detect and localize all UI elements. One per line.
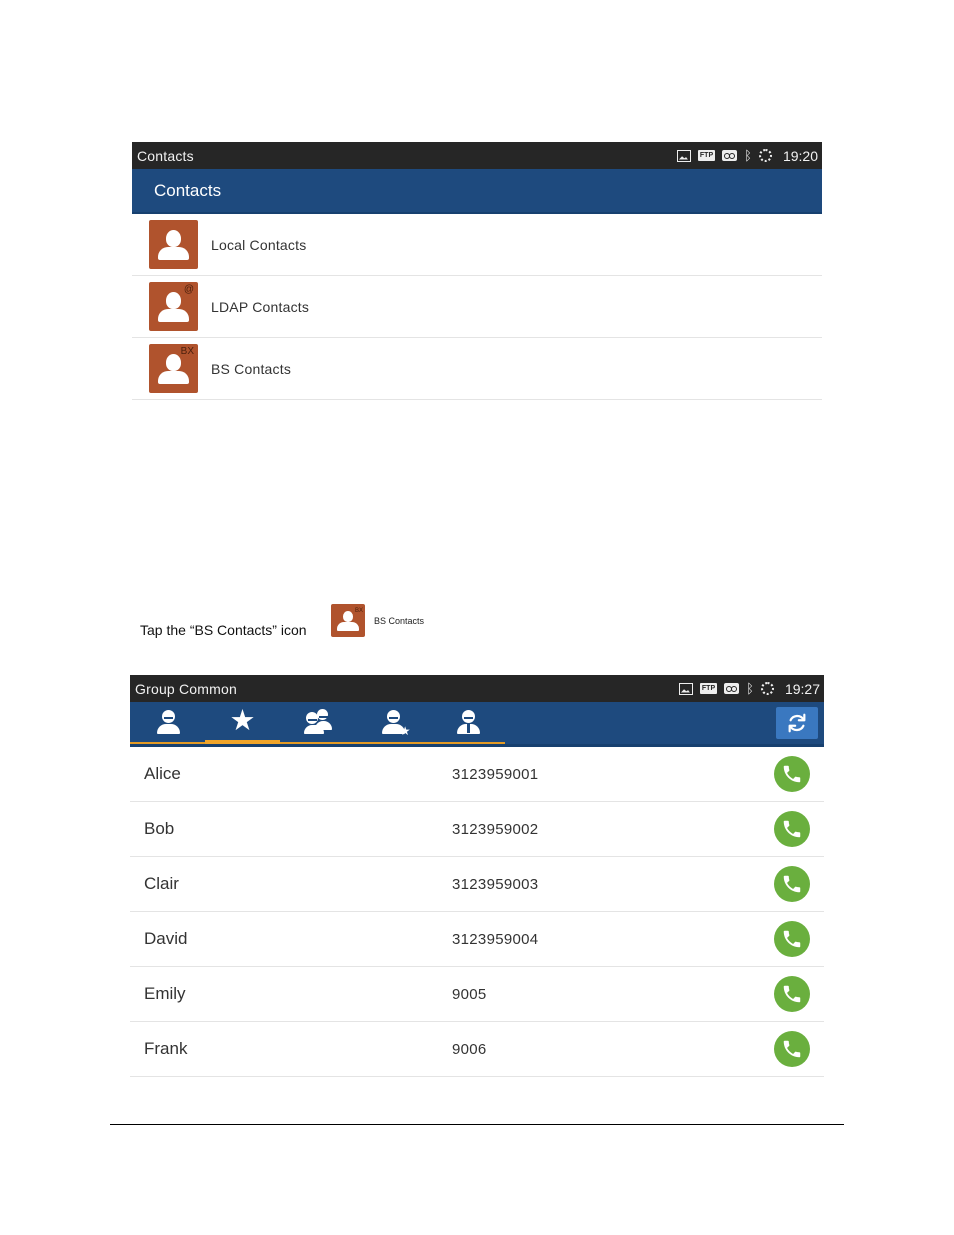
tab-enterprise[interactable] [430,702,505,744]
list-item-ldap-contacts[interactable]: @ LDAP Contacts [132,276,822,338]
table-row[interactable]: Emily 9005 [130,967,824,1022]
inline-icon-badge: BX [354,608,363,614]
table-row[interactable]: Frank 9006 [130,1022,824,1077]
call-button[interactable] [774,1031,810,1067]
contacts-category-list: Local Contacts @ LDAP Contacts BX BS Con… [132,214,822,400]
contacts-screenshot: Contacts FTP ᛒ 19:20 Contacts Local Cont… [132,142,822,400]
tab-group-favorites[interactable]: ★ [355,702,430,744]
page-title: Contacts [154,180,222,200]
ldap-contacts-icon: @ [149,282,198,331]
contact-tab-bar: ★ ★ [130,702,824,747]
call-button[interactable] [774,976,810,1012]
status-icons: FTP ᛒ 19:27 [678,680,820,697]
bluetooth-icon: ᛒ [744,147,752,163]
contact-name: Frank [144,1039,188,1058]
voicemail-icon [724,683,740,694]
contact-list: Alice 3123959001 Bob 3123959002 Clair 31… [130,747,824,1077]
tab-group-common[interactable] [280,702,355,744]
person-tie-icon [454,709,482,735]
voicemail-icon [722,150,738,161]
status-icons: FTP ᛒ 19:20 [676,147,818,164]
avatar-badge: BX [180,346,194,357]
refresh-button[interactable] [776,707,818,739]
contact-name: Clair [144,874,179,893]
list-item-local-contacts[interactable]: Local Contacts [132,214,822,276]
bs-contacts-icon: BX [149,344,198,393]
avatar-badge: @ [183,284,194,295]
contact-name: Emily [144,984,186,1003]
image-icon [676,149,691,162]
phone-icon [783,1040,801,1058]
star-icon: ★ [229,705,256,737]
contact-number: 3123959002 [452,820,539,838]
status-clock: 19:27 [784,680,820,697]
contact-name: Bob [144,819,175,838]
table-row[interactable]: Alice 3123959001 [130,747,824,802]
person-star-icon: ★ [379,709,411,737]
contact-number: 9006 [452,1040,487,1058]
ftp-icon: FTP [699,683,718,694]
table-row[interactable]: Bob 3123959002 [130,802,824,857]
status-app-title: Contacts [137,147,194,164]
phone-icon [783,875,801,893]
list-item-label: Local Contacts [211,236,307,253]
contact-number: 3123959003 [452,875,539,893]
list-item-label: LDAP Contacts [211,298,310,315]
call-button[interactable] [774,811,810,847]
table-row[interactable]: Clair 3123959003 [130,857,824,912]
contact-name: David [144,929,188,948]
call-button[interactable] [774,756,810,792]
bs-contacts-inline-icon: BX [331,604,365,637]
sync-icon [760,682,774,695]
status-app-title: Group Common [135,680,237,697]
group-icon [303,709,332,735]
contact-number: 3123959004 [452,930,539,948]
group-common-screenshot: Group Common FTP ᛒ 19:27 ★ ★ Alice 31239… [130,675,824,1077]
phone-icon [783,930,801,948]
call-button[interactable] [774,866,810,902]
action-bar: Contacts [132,169,822,214]
contact-number: 3123959001 [452,765,539,783]
footer-divider [110,1124,844,1125]
table-row[interactable]: David 3123959004 [130,912,824,967]
list-item-label: BS Contacts [211,360,292,377]
status-clock: 19:20 [782,147,818,164]
sync-icon [758,149,772,162]
list-item-bs-contacts[interactable]: BX BS Contacts [132,338,822,400]
status-bar: Contacts FTP ᛒ 19:20 [132,142,822,169]
contact-name: Alice [144,764,181,783]
person-icon [154,709,182,735]
inline-icon-label: BS Contacts [374,616,425,626]
image-icon [678,682,693,695]
call-button[interactable] [774,921,810,957]
tab-all-contacts[interactable] [130,702,205,744]
phone-icon [783,765,801,783]
instruction-caption: Tap the “BS Contacts” icon [140,622,307,638]
phone-icon [783,985,801,1003]
tab-favorites[interactable]: ★ [205,702,280,744]
phone-icon [783,820,801,838]
status-bar: Group Common FTP ᛒ 19:27 [130,675,824,702]
contact-number: 9005 [452,985,487,1003]
local-contacts-icon [149,220,198,269]
bluetooth-icon: ᛒ [746,680,754,696]
ftp-icon: FTP [697,150,716,161]
refresh-icon [788,713,806,733]
